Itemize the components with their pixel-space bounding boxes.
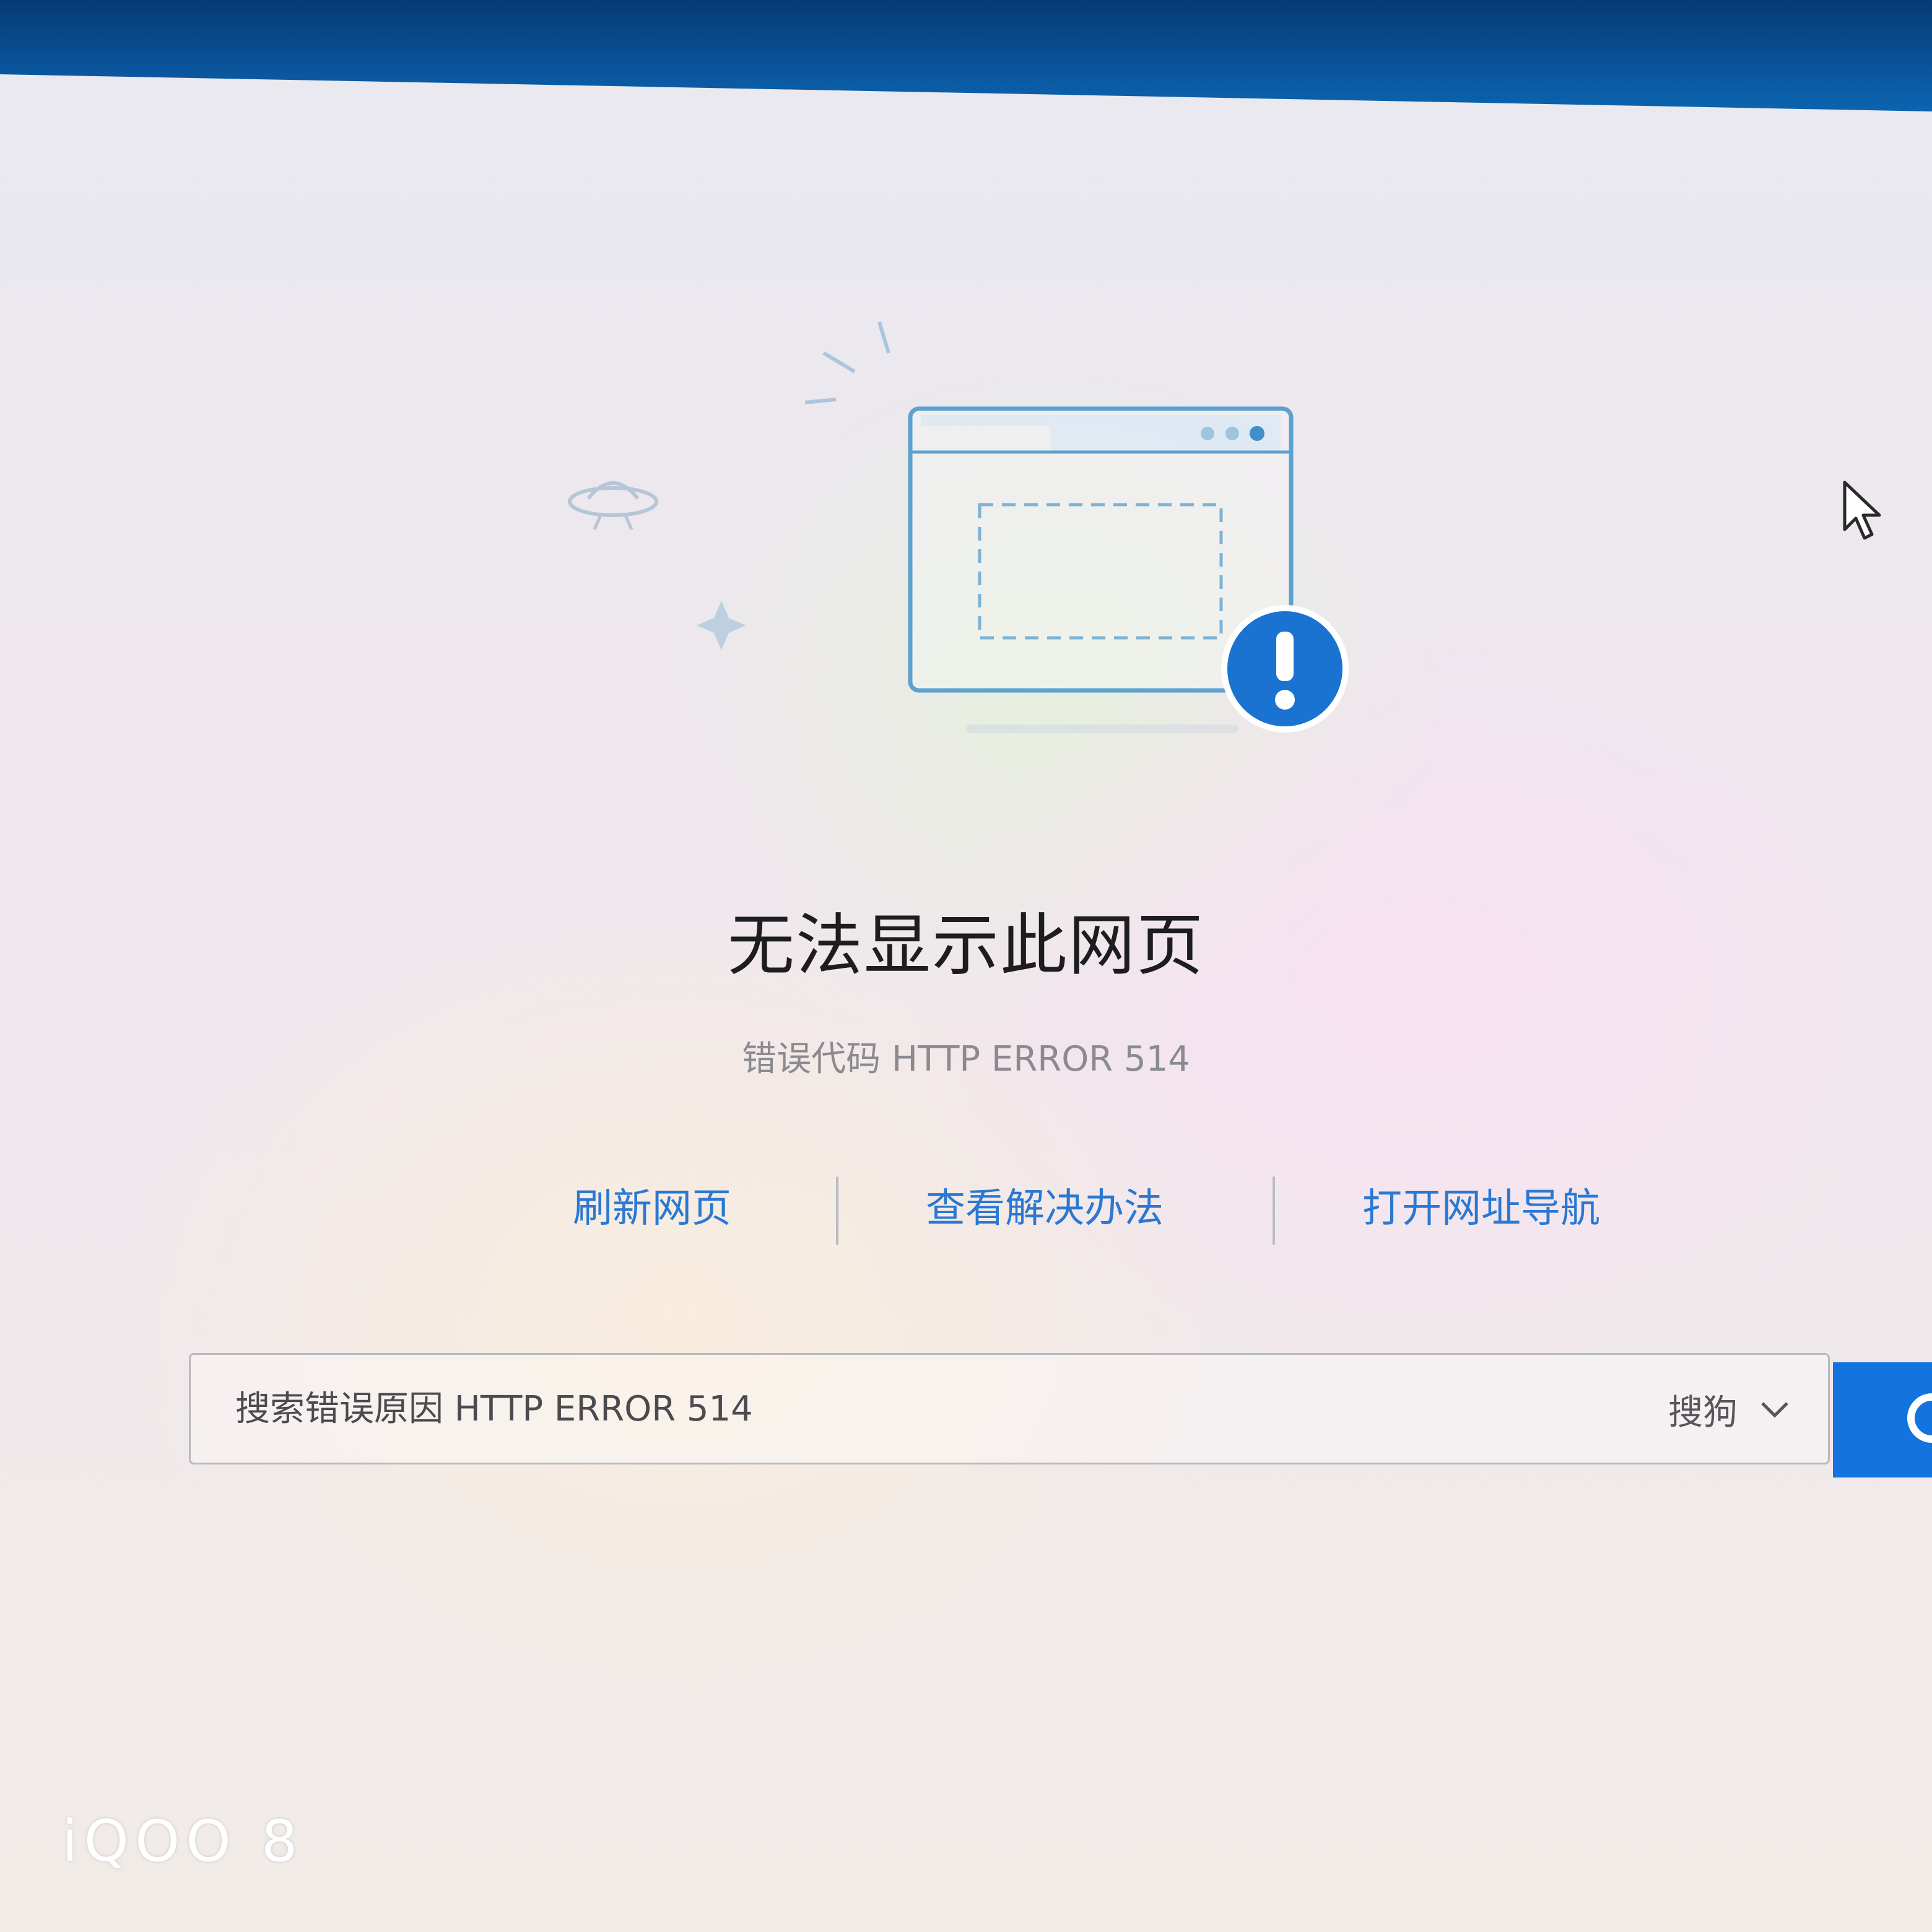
refresh-page-link[interactable]: 刷新网页 [573, 1177, 731, 1234]
search-button[interactable] [1833, 1362, 1932, 1477]
error-code: 错误代码 HTTP ERROR 514 [742, 1039, 1190, 1079]
ufo-icon [568, 481, 658, 530]
search-icon [1907, 1393, 1932, 1443]
divider [1273, 1177, 1275, 1245]
chevron-down-icon [1761, 1402, 1788, 1418]
search-engine-select[interactable]: 搜狗 [1668, 1378, 1791, 1440]
error-illustration [568, 321, 1349, 733]
search-input[interactable] [234, 1377, 1599, 1440]
mouse-cursor-icon [1843, 481, 1881, 540]
sparkle-icon [804, 321, 890, 404]
sparkle-icon [697, 601, 746, 650]
divider [836, 1177, 838, 1245]
search-engine-label: 搜狗 [1668, 1392, 1738, 1433]
page-title: 无法显示此网页 [727, 907, 1204, 985]
photo-watermark: iQOO 8 [62, 1808, 304, 1874]
search-box: 搜狗 [189, 1353, 1830, 1464]
warning-badge-icon [1221, 605, 1349, 733]
action-links: 刷新网页 查看解决办法 打开网址导航 [545, 1177, 1721, 1251]
view-solutions-link[interactable]: 查看解决办法 [926, 1177, 1164, 1234]
open-url-navigation-link[interactable]: 打开网址导航 [1362, 1177, 1600, 1234]
